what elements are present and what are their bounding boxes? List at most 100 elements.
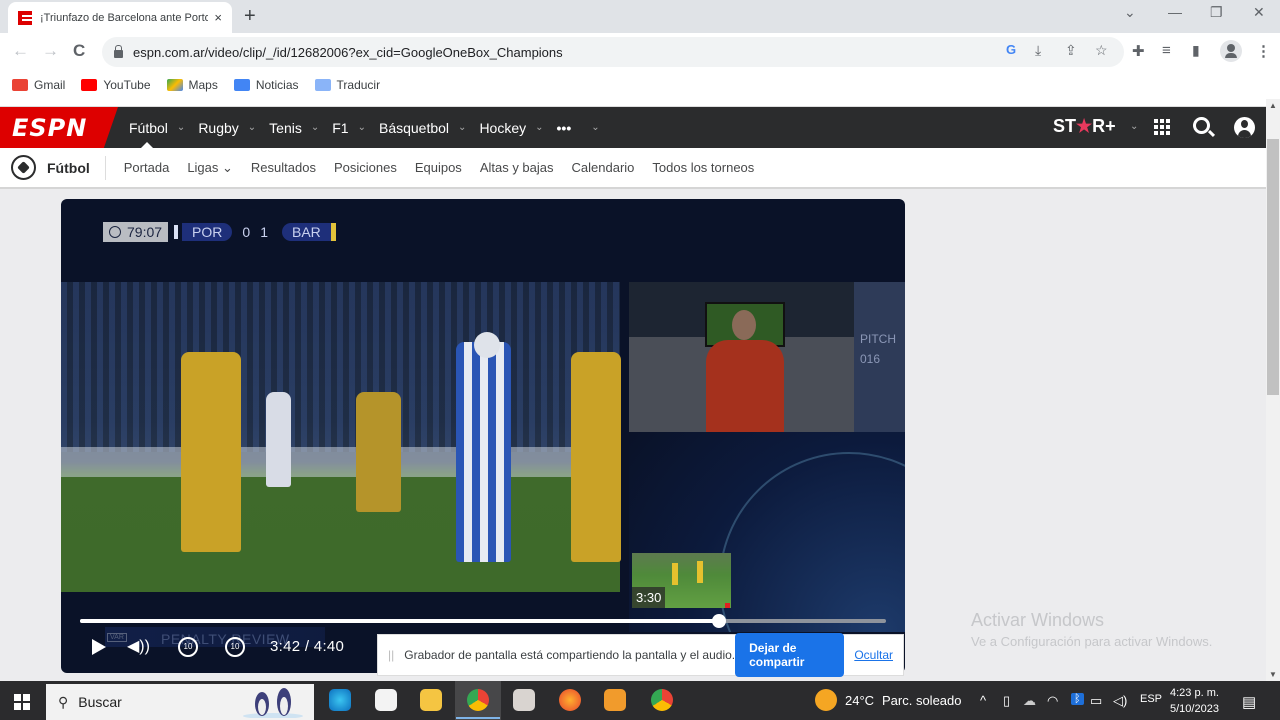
url-text[interactable]: espn.com.ar/video/clip/_/id/12682006?ex_… bbox=[133, 45, 563, 60]
battery-icon[interactable]: ▭ bbox=[1090, 693, 1102, 709]
forward-button[interactable]: → bbox=[42, 41, 59, 61]
search-icon[interactable] bbox=[1193, 117, 1210, 134]
hide-link[interactable]: Ocultar bbox=[854, 648, 893, 662]
share-icon[interactable]: ⇪ bbox=[1065, 42, 1077, 59]
install-app-icon[interactable]: ⤓ bbox=[1035, 42, 1041, 59]
bookmark-noticias[interactable]: Noticias bbox=[233, 78, 299, 92]
minimize-button[interactable]: — bbox=[1168, 4, 1182, 20]
address-bar[interactable]: espn.com.ar/video/clip/_/id/12682006?ex_… bbox=[102, 37, 1124, 67]
speaker-icon[interactable]: ◁) bbox=[1113, 693, 1127, 709]
show-hidden-icons-chevron-icon[interactable]: ^ bbox=[980, 693, 986, 708]
subnav-todos-torneos[interactable]: Todos los torneos bbox=[652, 160, 754, 175]
rewind-10-icon[interactable]: 10 bbox=[178, 637, 198, 657]
close-window-button[interactable]: ✕ bbox=[1253, 4, 1265, 21]
chrome-icon[interactable] bbox=[456, 689, 500, 719]
subnav-calendario[interactable]: Calendario bbox=[572, 160, 635, 175]
referee-head bbox=[732, 310, 756, 340]
windows-taskbar: ⚲ Buscar 24°C Parc. soleado ^ ▯ ☁ ◠ ᛒ ▭ … bbox=[0, 681, 1280, 720]
weather-condition[interactable]: Parc. soleado bbox=[882, 693, 962, 708]
starplus-logo[interactable]: ST★R+ bbox=[1053, 116, 1116, 137]
extensions-icon[interactable]: ✚ bbox=[1132, 42, 1145, 60]
subnav-resultados[interactable]: Resultados bbox=[251, 160, 316, 175]
language-indicator[interactable]: ESP bbox=[1140, 693, 1162, 705]
side-panel-icon[interactable]: ▮ bbox=[1192, 42, 1200, 59]
preview-time: 3:30 bbox=[632, 587, 666, 608]
media-player-icon[interactable] bbox=[604, 689, 626, 711]
menu-kebab-icon[interactable]: ⋮ bbox=[1256, 42, 1271, 60]
page-scrollbar[interactable]: ▲ ▼ bbox=[1266, 99, 1280, 681]
store-icon[interactable] bbox=[375, 689, 397, 711]
chevron-down-icon[interactable]: ⌄ bbox=[248, 122, 256, 133]
bookmark-traducir[interactable]: Traducir bbox=[314, 78, 380, 92]
away-score: 1 bbox=[260, 224, 268, 240]
subnav-altas-bajas[interactable]: Altas y bajas bbox=[480, 160, 554, 175]
nav-rugby[interactable]: Rugby ⌄ bbox=[198, 107, 256, 148]
system-clock[interactable]: 4:23 p. m. 5/10/2023 bbox=[1170, 685, 1219, 717]
stop-sharing-button[interactable]: Dejar de compartir bbox=[735, 633, 845, 677]
espn-logo[interactable]: ESPN bbox=[0, 107, 118, 148]
thumb-player bbox=[672, 563, 678, 585]
chevron-down-icon[interactable]: ⌄ bbox=[311, 122, 319, 133]
tab-close-icon[interactable]: × bbox=[214, 10, 222, 25]
drag-handle-icon[interactable]: || bbox=[388, 648, 394, 662]
profile-avatar-icon[interactable] bbox=[1220, 40, 1242, 62]
football bbox=[474, 332, 500, 358]
weather-icon[interactable] bbox=[815, 689, 837, 711]
subnav-equipos[interactable]: Equipos bbox=[415, 160, 462, 175]
chevron-down-icon[interactable]: ⌄ bbox=[1130, 121, 1138, 132]
subnav-posiciones[interactable]: Posiciones bbox=[334, 160, 397, 175]
bookmark-youtube[interactable]: YouTube bbox=[81, 78, 151, 92]
reload-button[interactable]: C bbox=[73, 41, 85, 61]
new-tab-button[interactable]: + bbox=[244, 5, 256, 28]
chevron-down-icon[interactable]: ⌄ bbox=[591, 122, 599, 133]
notifications-icon[interactable]: ▤ bbox=[1242, 693, 1256, 711]
media-controls-icon[interactable]: ≡ bbox=[1162, 42, 1171, 59]
bookmark-star-icon[interactable]: ☆ bbox=[1095, 42, 1108, 59]
video-player[interactable]: 79:07 POR 0 1 BAR PITCH 016 3:30 VAR PEN… bbox=[61, 199, 905, 673]
nav-basquetbol[interactable]: Básquetbol ⌄ bbox=[379, 107, 466, 148]
chevron-down-icon[interactable]: ⌄ bbox=[358, 122, 366, 133]
forward-10-icon[interactable]: 10 bbox=[225, 637, 245, 657]
edge-icon[interactable] bbox=[329, 689, 351, 711]
bookmark-gmail[interactable]: Gmail bbox=[12, 78, 65, 92]
bookmark-maps[interactable]: Maps bbox=[166, 78, 218, 92]
seek-bar-fill bbox=[80, 619, 720, 623]
chevron-down-icon[interactable]: ⌄ bbox=[535, 122, 543, 133]
section-title[interactable]: Fútbol bbox=[47, 155, 106, 180]
nav-f1[interactable]: F1 ⌄ bbox=[332, 107, 366, 148]
subnav-ligas[interactable]: Ligas ⌄ bbox=[187, 160, 233, 176]
google-lens-icon[interactable]: G bbox=[1006, 42, 1016, 57]
restore-button[interactable]: ❐ bbox=[1210, 4, 1223, 21]
snipping-tool-icon[interactable] bbox=[513, 689, 535, 711]
scroll-thumb[interactable] bbox=[1267, 139, 1279, 395]
weather-temp[interactable]: 24°C bbox=[845, 693, 874, 708]
nav-futbol[interactable]: Fútbol ⌄ bbox=[129, 107, 185, 148]
windows-start-icon[interactable] bbox=[14, 694, 30, 710]
chevron-down-icon[interactable]: ⌄ bbox=[458, 122, 466, 133]
apps-grid-icon[interactable] bbox=[1154, 119, 1170, 135]
back-button[interactable]: ← bbox=[12, 41, 29, 61]
browser-tab[interactable]: ¡Triunfazo de Barcelona ante Porto × bbox=[8, 2, 232, 33]
file-explorer-icon[interactable] bbox=[420, 689, 442, 711]
wifi-icon[interactable]: ◠ bbox=[1047, 693, 1058, 709]
nav-hockey[interactable]: Hockey ⌄ bbox=[479, 107, 543, 148]
play-icon[interactable] bbox=[92, 639, 106, 655]
meet-now-icon[interactable]: ▯ bbox=[1003, 693, 1010, 709]
tab-search-icon[interactable]: ⌄ bbox=[1124, 4, 1136, 21]
chrome-icon[interactable] bbox=[651, 689, 673, 711]
bluetooth-icon[interactable]: ᛒ bbox=[1071, 693, 1084, 705]
nav-tenis[interactable]: Tenis ⌄ bbox=[269, 107, 319, 148]
crowd-background bbox=[61, 282, 620, 452]
onedrive-icon[interactable]: ☁ bbox=[1023, 693, 1036, 709]
user-account-icon[interactable] bbox=[1234, 117, 1255, 138]
scroll-up-arrow-icon[interactable]: ▲ bbox=[1269, 101, 1277, 110]
chevron-down-icon[interactable]: ⌄ bbox=[177, 122, 185, 133]
firefox-icon[interactable] bbox=[559, 689, 581, 711]
scroll-down-arrow-icon[interactable]: ▼ bbox=[1269, 670, 1277, 679]
volume-icon[interactable]: ◀)) bbox=[127, 636, 150, 656]
nav-more[interactable]: ••• ⌄ bbox=[557, 107, 600, 148]
subnav-portada[interactable]: Portada bbox=[124, 160, 170, 175]
nav-label: Tenis bbox=[269, 119, 302, 136]
seek-bar[interactable] bbox=[80, 614, 886, 628]
taskbar-search[interactable]: ⚲ Buscar bbox=[46, 684, 314, 720]
